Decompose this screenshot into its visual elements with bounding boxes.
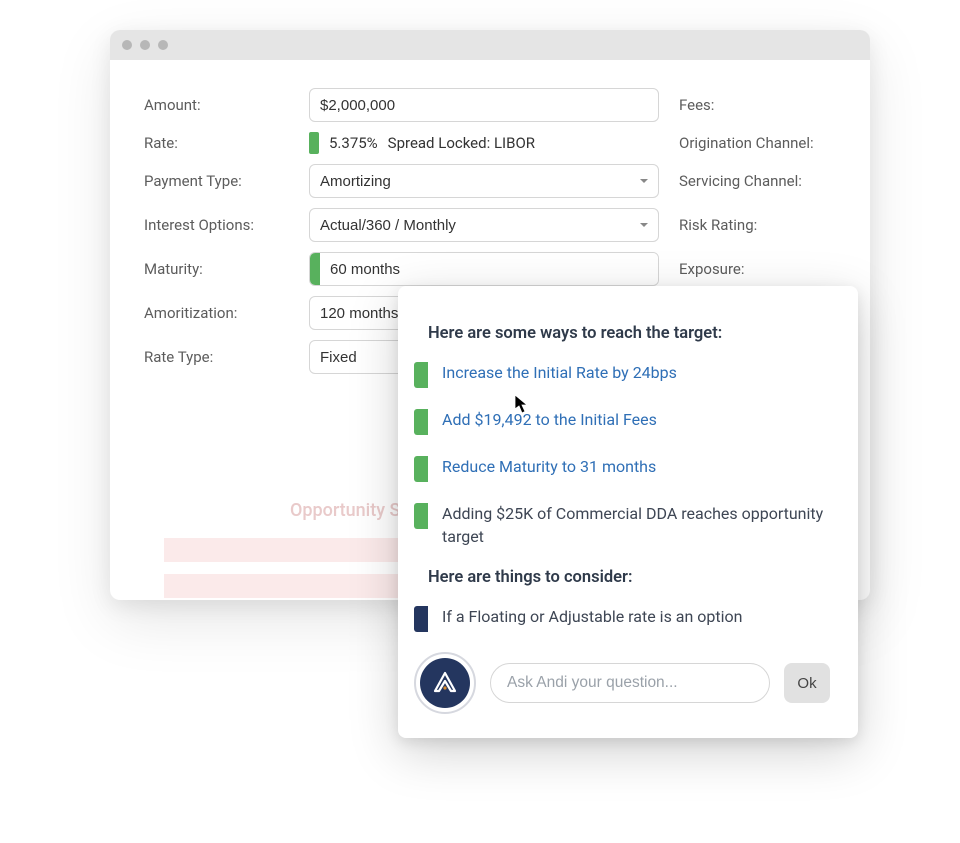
- placeholder-bar: [164, 538, 424, 562]
- fees-label: Fees:: [679, 96, 870, 114]
- amount-label: Amount:: [144, 96, 289, 114]
- ask-andi-row: Ok: [414, 652, 830, 714]
- placeholder-bar: [164, 574, 424, 598]
- traffic-light-zoom[interactable]: [158, 40, 168, 50]
- chevron-down-icon: [640, 179, 648, 183]
- rate-label: Rate:: [144, 134, 289, 152]
- consideration-indicator: [414, 606, 428, 632]
- recommendation-indicator: [414, 362, 428, 388]
- interest-options-select[interactable]: Actual/360 / Monthly: [309, 208, 659, 242]
- origination-channel-label: Origination Channel:: [679, 134, 870, 152]
- recommendation-indicator: [414, 409, 428, 435]
- risk-rating-label: Risk Rating:: [679, 216, 870, 234]
- maturity-input-wrapper: [309, 252, 659, 286]
- ask-andi-input[interactable]: [490, 663, 770, 703]
- interest-options-value: Actual/360 / Monthly: [320, 217, 456, 234]
- recommendation-indicator: [414, 456, 428, 482]
- andi-logo-icon: [414, 652, 476, 714]
- maturity-label: Maturity:: [144, 260, 289, 278]
- maturity-input[interactable]: [320, 253, 658, 285]
- andi-suggestions-popup: Here are some ways to reach the target: …: [398, 286, 858, 738]
- window-titlebar: [110, 30, 870, 60]
- recommendation-row: Adding $25K of Commercial DDA reaches op…: [414, 502, 830, 548]
- rate-display: 5.375% Spread Locked: LIBOR: [309, 132, 659, 154]
- recommendation-reduce-maturity[interactable]: Reduce Maturity to 31 months: [442, 455, 656, 478]
- payment-type-select[interactable]: Amortizing: [309, 164, 659, 198]
- rate-type-value: Fixed: [320, 349, 357, 366]
- rate-type-label: Rate Type:: [144, 348, 289, 366]
- consideration-floating-rate: If a Floating or Adjustable rate is an o…: [442, 605, 743, 628]
- recommendation-row: Increase the Initial Rate by 24bps: [414, 361, 830, 388]
- payment-type-value: Amortizing: [320, 173, 391, 190]
- recommendation-row: Add $19,492 to the Initial Fees: [414, 408, 830, 435]
- spread-locked-text: Spread Locked: LIBOR: [388, 134, 535, 152]
- recommendation-add-dda: Adding $25K of Commercial DDA reaches op…: [442, 502, 830, 548]
- recommendation-row: Reduce Maturity to 31 months: [414, 455, 830, 482]
- traffic-light-minimize[interactable]: [140, 40, 150, 50]
- recommendation-increase-rate[interactable]: Increase the Initial Rate by 24bps: [442, 361, 677, 384]
- popup-heading-secondary: Here are things to consider:: [428, 568, 830, 587]
- ask-andi-submit-button[interactable]: Ok: [784, 663, 830, 703]
- recommendation-add-fees[interactable]: Add $19,492 to the Initial Fees: [442, 408, 657, 431]
- recommendation-indicator: [414, 503, 428, 529]
- amortization-label: Amoritization:: [144, 304, 289, 322]
- interest-options-label: Interest Options:: [144, 216, 289, 234]
- amount-input[interactable]: [309, 88, 659, 122]
- payment-type-label: Payment Type:: [144, 172, 289, 190]
- popup-heading-primary: Here are some ways to reach the target:: [428, 324, 830, 343]
- rate-status-indicator: [309, 132, 319, 154]
- chevron-down-icon: [640, 223, 648, 227]
- traffic-light-close[interactable]: [122, 40, 132, 50]
- maturity-status-indicator: [310, 253, 320, 285]
- cursor-icon: [514, 394, 528, 414]
- rate-percent: 5.375%: [329, 134, 378, 152]
- exposure-label: Exposure:: [679, 260, 870, 278]
- consideration-row: If a Floating or Adjustable rate is an o…: [414, 605, 830, 632]
- opportunity-heading: Opportunity S: [290, 500, 400, 521]
- servicing-channel-label: Servicing Channel:: [679, 172, 870, 190]
